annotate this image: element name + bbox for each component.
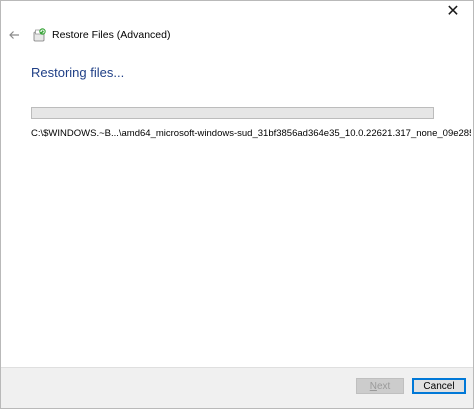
close-icon: ✕ xyxy=(446,3,460,20)
current-file-path: C:\$WINDOWS.~B...\amd64_microsoft-window… xyxy=(31,128,471,139)
next-label: ext xyxy=(376,380,391,392)
cancel-button[interactable]: Cancel xyxy=(412,378,466,394)
restore-progress-bar xyxy=(31,107,434,119)
next-button[interactable]: Next xyxy=(356,378,404,394)
restore-files-icon xyxy=(33,28,46,42)
restore-files-window: ✕ Restore Files (Advanced) Restoring fil… xyxy=(0,0,474,409)
back-arrow-icon xyxy=(9,31,19,39)
back-button[interactable] xyxy=(7,28,21,42)
page-heading: Restoring files... xyxy=(31,65,125,80)
footer-bar: Next Cancel xyxy=(1,367,473,408)
close-button[interactable]: ✕ xyxy=(433,1,473,23)
window-title: Restore Files (Advanced) xyxy=(52,29,171,41)
window-header: Restore Files (Advanced) xyxy=(7,25,170,45)
next-mnemonic: N xyxy=(369,380,377,392)
